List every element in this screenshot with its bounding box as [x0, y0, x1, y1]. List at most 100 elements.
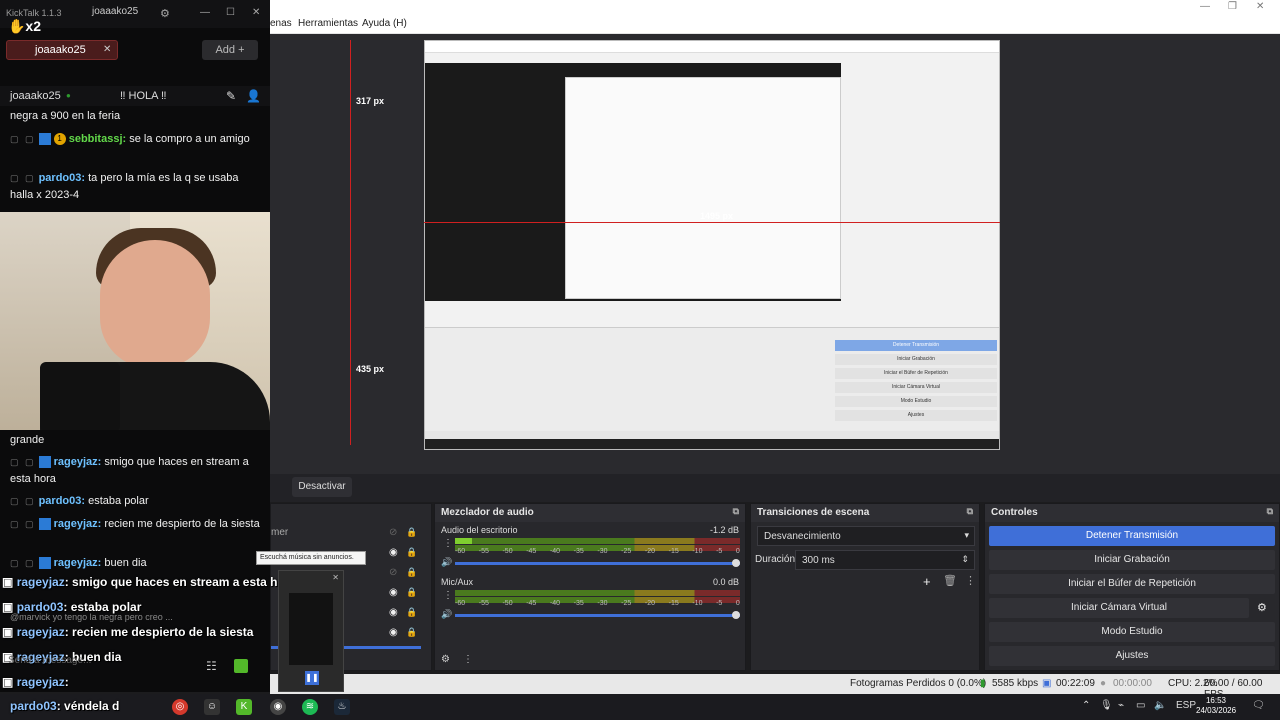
steam-icon[interactable]: ♨ [334, 699, 350, 715]
lock-icon[interactable]: 🔒 [406, 567, 417, 578]
username[interactable]: sebbitassj: [69, 133, 126, 145]
close-icon[interactable]: ✕ [252, 7, 260, 18]
spotify-icon[interactable]: ≋ [302, 699, 318, 715]
maximize-icon[interactable]: ☐ [226, 7, 235, 18]
user-icon[interactable]: 👤 [246, 89, 261, 103]
eye-icon[interactable]: ⊘ [389, 527, 397, 538]
pause-icon[interactable]: ❚❚ [305, 671, 319, 685]
emote-icon[interactable]: ☷ [206, 659, 217, 673]
volume-icon[interactable]: 🔈 [1154, 700, 1166, 711]
lock-icon[interactable]: 🔒 [406, 627, 417, 638]
add-channel-button[interactable]: Add + [202, 40, 258, 60]
kick-icon[interactable]: K [236, 699, 252, 715]
user-tab[interactable]: joaaako25 [92, 6, 138, 17]
spotify-taskbar-preview[interactable]: ✕ ❚❚ [278, 570, 344, 692]
replay-buffer-button[interactable]: Iniciar el Búfer de Repetición [989, 574, 1275, 594]
chat-message: grande [10, 432, 264, 449]
eye-icon[interactable]: ⊘ [389, 567, 397, 578]
overlay-badge-icon: ▣ [2, 675, 14, 689]
username[interactable]: rageyjaz: [54, 518, 102, 530]
track-menu-icon[interactable]: ⋮ [443, 538, 453, 549]
duration-input[interactable]: 300 ms ⇕ [795, 550, 975, 570]
lock-icon[interactable]: 🔒 [406, 607, 417, 618]
more-icon[interactable]: ⋮ [965, 574, 976, 587]
virtual-camera-button[interactable]: Iniciar Cámara Virtual [989, 598, 1249, 618]
live-dot-icon: ● [66, 91, 71, 100]
gear-icon[interactable]: ⚙ [160, 7, 170, 20]
studio-mode-button[interactable]: Modo Estudio [989, 622, 1275, 642]
sub-badge-icon: 1 [53, 133, 66, 146]
chevron-up-icon[interactable]: ⌃ [1082, 700, 1090, 711]
volume-knob[interactable] [732, 559, 740, 567]
overlay-line: ▣ rageyjaz: recien me despierto de la si… [2, 625, 253, 639]
close-icon[interactable]: ✕ [332, 573, 339, 582]
transition-select[interactable]: Desvanecimiento ▾ [757, 526, 975, 546]
track-menu-icon[interactable]: ⋮ [443, 590, 453, 601]
settings-button[interactable]: Ajustes [989, 646, 1275, 666]
app-title: KickTalk 1.1.3 [6, 8, 62, 18]
badge-icons: ▢ ▢ [10, 558, 36, 568]
minimize-icon[interactable]: — [200, 7, 210, 18]
popout-icon[interactable]: ⧉ [967, 506, 973, 517]
notifications-icon[interactable]: 🗨 [1252, 700, 1265, 711]
gear-icon[interactable]: ⚙ [1257, 601, 1267, 614]
obs-icon[interactable]: ◉ [270, 699, 286, 715]
stepper-icon[interactable]: ⇕ [961, 554, 969, 565]
username[interactable]: rageyjaz: [54, 557, 102, 569]
popout-icon[interactable]: ⧉ [733, 506, 739, 517]
lock-icon[interactable]: 🔒 [406, 587, 417, 598]
volume-knob[interactable] [732, 611, 740, 619]
gear-icon[interactable]: ⚙ [441, 654, 450, 665]
minimize-icon[interactable]: — [1200, 1, 1210, 12]
stop-streaming-button[interactable]: Detener Transmisión [989, 526, 1275, 546]
popout-icon[interactable]: ⧉ [1267, 506, 1273, 517]
volume-slider[interactable] [455, 614, 740, 617]
overlay-text: : estaba polar [63, 600, 142, 614]
username[interactable]: pardo03: [39, 172, 85, 184]
controls-dock: Controles ⧉ Detener Transmisión Iniciar G… [984, 503, 1280, 671]
username[interactable]: rageyjaz: [54, 456, 102, 468]
speaker-icon[interactable]: 🔊 [441, 557, 452, 568]
message-text: buen dia [104, 557, 147, 569]
deactivate-button[interactable]: Desactivar [292, 477, 352, 497]
trash-icon[interactable]: 🗑 [943, 574, 957, 587]
measure-line-horizontal [424, 222, 1000, 223]
restore-icon[interactable]: ❐ [1228, 1, 1237, 12]
eye-icon[interactable]: ◉ [389, 607, 398, 618]
mixer-header: Mezclador de audio ⧉ [435, 504, 745, 522]
overlay-text: : [64, 675, 69, 689]
eye-icon[interactable]: ◉ [389, 627, 398, 638]
clock[interactable]: 16:53 24/03/2026 [1196, 696, 1236, 716]
add-icon[interactable]: + [923, 574, 931, 589]
message-input[interactable]: Send a message... [8, 655, 188, 677]
language-indicator[interactable]: ESP [1176, 700, 1196, 711]
nested-ctl-settings: Ajustes [835, 410, 997, 421]
discord-icon[interactable]: ☺ [204, 699, 220, 715]
network-icon[interactable]: ▭ [1136, 700, 1145, 711]
eye-icon[interactable]: ◉ [389, 547, 398, 558]
username[interactable]: pardo03: [39, 495, 85, 507]
volume-slider[interactable] [455, 562, 740, 565]
close-tab-icon[interactable]: ✕ [103, 44, 111, 55]
chat-message: negra a 900 en la feria [10, 108, 264, 125]
nested-ctl-vcam: Iniciar Cámara Virtual [835, 382, 997, 393]
chrome-icon[interactable]: ◎ [172, 699, 188, 715]
lock-icon[interactable]: 🔒 [406, 527, 417, 538]
menu-scenes[interactable]: enas [270, 18, 292, 29]
menu-help[interactable]: Ayuda (H) [362, 18, 407, 29]
microphone-tray-icon[interactable]: 🎙 [1100, 700, 1113, 711]
menu-tools[interactable]: Herramientas [298, 18, 358, 29]
clock-time: 16:53 [1205, 696, 1227, 705]
source-row[interactable]: mer ⊘ 🔒 [271, 524, 433, 544]
usb-icon[interactable]: ⌁ [1118, 700, 1124, 711]
start-recording-button[interactable]: Iniciar Grabación [989, 550, 1275, 570]
eye-icon[interactable]: ◉ [389, 587, 398, 598]
chat-message: ▢ ▢ pardo03: estaba polar [10, 493, 264, 510]
more-icon[interactable]: ⋮ [463, 654, 473, 665]
speaker-icon[interactable]: 🔊 [441, 609, 452, 620]
badge-icons: ▢ ▢ [10, 173, 36, 183]
pin-icon[interactable]: ✎ [226, 89, 236, 103]
close-icon[interactable]: ✕ [1256, 1, 1264, 12]
lock-icon[interactable]: 🔒 [406, 547, 417, 558]
kick-emote-icon[interactable] [234, 659, 248, 673]
